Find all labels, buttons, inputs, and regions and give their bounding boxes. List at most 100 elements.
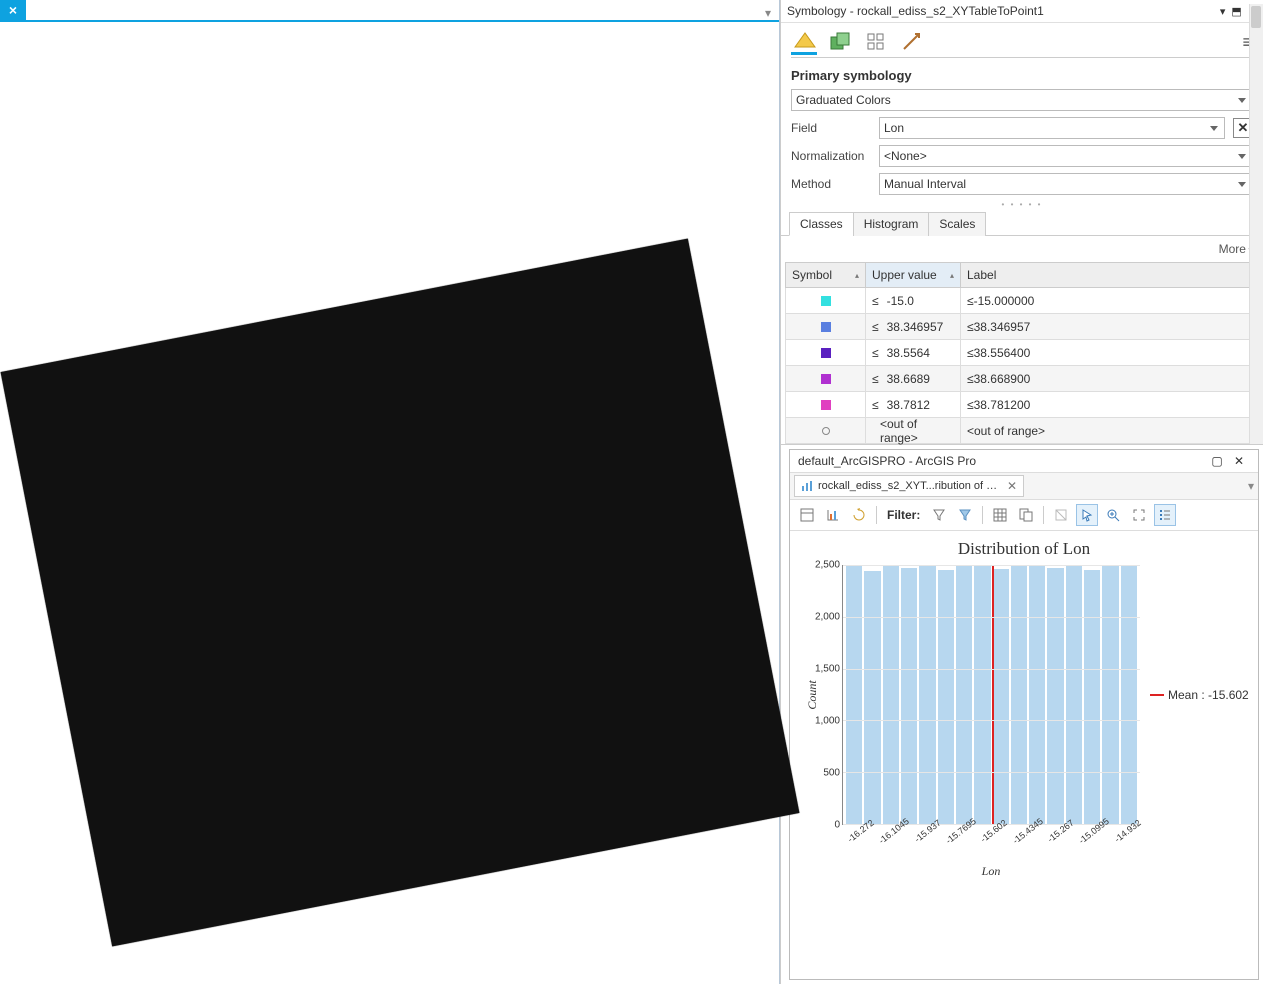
histogram-bar[interactable]: [955, 565, 973, 824]
upper-value: -15.0: [887, 294, 914, 308]
upper-op: ≤: [872, 294, 879, 308]
tab-histogram[interactable]: Histogram: [853, 212, 930, 236]
upper-value: 38.5564: [887, 346, 930, 360]
splitter[interactable]: [781, 201, 1263, 207]
close-window-icon[interactable]: ✕: [1228, 454, 1250, 468]
class-label: ≤38.668900: [961, 366, 1258, 391]
class-swatch: [821, 400, 831, 410]
select-icon[interactable]: [1076, 504, 1098, 526]
zoom-selection-icon[interactable]: [1102, 504, 1124, 526]
upper-op: ≤: [872, 346, 879, 360]
class-swatch: [821, 348, 831, 358]
chart-legend: Mean : -15.602: [1144, 565, 1254, 825]
upper-value: 38.7812: [887, 398, 930, 412]
histogram-bar[interactable]: [882, 565, 900, 824]
histogram-bar[interactable]: [863, 570, 881, 824]
col-header-label[interactable]: Label: [961, 263, 1258, 287]
pin-icon[interactable]: ⬒: [1231, 5, 1241, 18]
histogram-bar[interactable]: [900, 567, 918, 824]
tab-scales[interactable]: Scales: [928, 212, 986, 236]
class-swatch: [821, 374, 831, 384]
class-label: ≤38.556400: [961, 340, 1258, 365]
symbology-scrollbar[interactable]: [1249, 4, 1263, 444]
class-label: ≤38.346957: [961, 314, 1258, 339]
table-row[interactable]: ≤38.6689≤38.668900: [785, 366, 1259, 392]
chart-window-title: default_ArcGISPRO - ArcGIS Pro: [798, 454, 1206, 468]
symbology-title: Symbology - rockall_ediss_s2_XYTableToPo…: [787, 4, 1220, 18]
histogram-bar[interactable]: [1083, 569, 1101, 824]
more-button[interactable]: More: [1219, 242, 1253, 256]
class-swatch: [821, 296, 831, 306]
map-view[interactable]: × ▾: [0, 0, 780, 984]
table-row[interactable]: ≤38.346957≤38.346957: [785, 314, 1259, 340]
map-layer-preview: [1, 239, 800, 947]
classes-table: Symbol▴ Upper value▴ Label ≤-15.0≤-15.00…: [785, 262, 1259, 444]
symbology-tab-primary[interactable]: [791, 29, 817, 55]
filter-extent-icon[interactable]: [928, 504, 950, 526]
rotate-icon[interactable]: [848, 504, 870, 526]
histogram-bar[interactable]: [992, 568, 1010, 824]
field-label: Field: [791, 121, 871, 135]
chart-icon: [801, 480, 813, 492]
primary-symbology-heading: Primary symbology: [781, 58, 1263, 89]
table-row[interactable]: ≤38.5564 ≤38.556400: [785, 340, 1259, 366]
chart-plot-area[interactable]: [842, 565, 1140, 825]
y-tick: 500: [823, 768, 840, 779]
table-row[interactable]: ≤-15.0≤-15.000000: [785, 288, 1259, 314]
y-tick: 1,500: [815, 664, 840, 675]
y-tick: 0: [834, 820, 840, 831]
histogram-bar[interactable]: [845, 565, 863, 824]
histogram-bar[interactable]: [1028, 565, 1046, 824]
symbology-type-value: Graduated Colors: [796, 93, 891, 107]
chart-tab-close-icon[interactable]: ✕: [1007, 479, 1017, 493]
symbology-type-dropdown[interactable]: Graduated Colors: [791, 89, 1253, 111]
histogram-bar[interactable]: [1046, 567, 1064, 824]
histogram-bar[interactable]: [1010, 565, 1028, 824]
filter-selection-icon[interactable]: [954, 504, 976, 526]
axes-icon[interactable]: [822, 504, 844, 526]
method-dropdown[interactable]: Manual Interval: [879, 173, 1253, 195]
symbology-tab-vary[interactable]: [827, 29, 853, 55]
histogram-bar[interactable]: [918, 565, 936, 824]
chart-tab[interactable]: rockall_ediss_s2_XYT...ribution of Lon ✕: [794, 475, 1024, 497]
histogram-bar[interactable]: [1065, 565, 1083, 824]
symbology-tab-symbol-layers[interactable]: [863, 29, 889, 55]
autohide-icon[interactable]: ▾: [1220, 5, 1226, 18]
normalization-value: <None>: [884, 149, 927, 163]
chart-tab-menu-icon[interactable]: ▾: [1248, 479, 1254, 493]
mean-line: [992, 565, 994, 824]
table-icon[interactable]: [989, 504, 1011, 526]
table-switch-icon[interactable]: [1015, 504, 1037, 526]
chart-tab-label: rockall_ediss_s2_XYT...ribution of Lon: [818, 480, 1002, 492]
tab-classes[interactable]: Classes: [789, 212, 854, 236]
col-header-upper-value[interactable]: Upper value▴: [866, 263, 961, 287]
table-row[interactable]: ≤38.7812 ≤38.781200: [785, 392, 1259, 418]
chart-title: Distribution of Lon: [794, 539, 1254, 559]
col-header-symbol[interactable]: Symbol▴: [786, 263, 866, 287]
map-tab-dropdown[interactable]: ▾: [765, 6, 771, 20]
map-tab-underline: [0, 20, 779, 22]
method-label: Method: [791, 177, 871, 191]
clear-selection-icon[interactable]: [1050, 504, 1072, 526]
class-label: ≤38.781200: [961, 392, 1258, 417]
method-value: Manual Interval: [884, 177, 966, 191]
table-row[interactable]: <out of range><out of range>: [785, 418, 1259, 444]
upper-op: ≤: [872, 398, 879, 412]
symbology-tab-advanced[interactable]: [899, 29, 925, 55]
maximize-icon[interactable]: ▢: [1206, 454, 1228, 468]
x-axis-label: Lon: [842, 864, 1140, 879]
histogram-bar[interactable]: [1101, 565, 1119, 824]
y-tick: 2,000: [815, 612, 840, 623]
histogram-bar[interactable]: [1120, 565, 1138, 824]
field-dropdown[interactable]: Lon: [879, 117, 1225, 139]
full-extent-icon[interactable]: [1128, 504, 1150, 526]
field-value: Lon: [884, 121, 904, 135]
upper-value: <out of range>: [880, 417, 954, 445]
histogram-bar[interactable]: [973, 565, 991, 824]
histogram-bar[interactable]: [937, 569, 955, 824]
normalization-dropdown[interactable]: <None>: [879, 145, 1253, 167]
upper-op: ≤: [872, 320, 879, 334]
map-tab-close[interactable]: ×: [0, 0, 26, 20]
legend-icon[interactable]: [1154, 504, 1176, 526]
properties-icon[interactable]: [796, 504, 818, 526]
